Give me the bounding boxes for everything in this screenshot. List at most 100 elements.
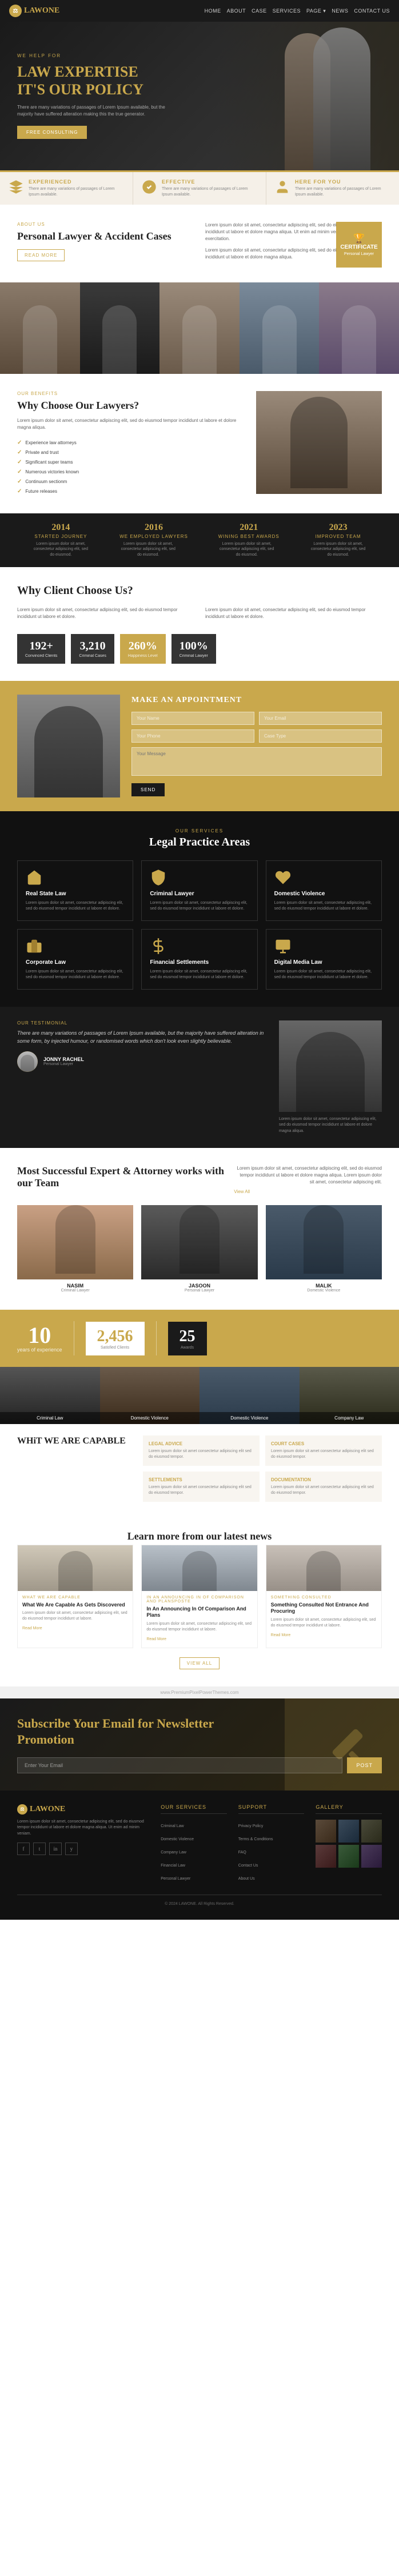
- news-person-2: [306, 1551, 341, 1591]
- nav-contact[interactable]: CONTACT US: [354, 8, 390, 14]
- client-content: Lorem ipsum dolor sit amet, consectetur …: [17, 607, 382, 625]
- why-choose-title: Why Choose Our Lawyers?: [17, 400, 245, 412]
- message-textarea[interactable]: [131, 747, 382, 776]
- newsletter-email-input[interactable]: [17, 1757, 342, 1773]
- stat-desc-1: Lorem ipsum dolor sit amet, consectetur …: [119, 541, 177, 558]
- newsletter-section: Subscribe Your Email for Newsletter Prom…: [0, 1698, 399, 1791]
- gallery-thumb-4: [338, 1845, 359, 1868]
- capable-left: WHiT WE ARE CAPABLE: [17, 1435, 131, 1501]
- footer-service-4: Personal Lawyer: [161, 1872, 227, 1883]
- team-card-person-1: [179, 1205, 220, 1274]
- nav-case[interactable]: CASE: [252, 8, 267, 14]
- stat-year-1: 2016: [119, 523, 188, 533]
- news-card-text-2: Lorem ipsum dolor sit amet, consectetur …: [271, 1617, 377, 1629]
- hero-cta-button[interactable]: FREE CONSULTING: [17, 126, 87, 139]
- main-nav: HOME ABOUT CASE SERVICES PAGE ▾ NEWS CON…: [205, 8, 390, 14]
- footer-service-link-2[interactable]: Company Law: [161, 1851, 186, 1855]
- news-title: Learn more from our latest news: [17, 1530, 382, 1542]
- feature-desc-0: There are many variations of passages of…: [29, 186, 125, 198]
- gallery-thumb-2: [361, 1820, 382, 1843]
- gallery-thumb-0: [316, 1820, 336, 1843]
- footer-support-link-0[interactable]: Privacy Policy: [238, 1824, 264, 1828]
- newsletter-submit-button[interactable]: Post: [347, 1757, 382, 1773]
- news-grid: WHAT WE ARE CAPABLE What We Are Capable …: [17, 1545, 382, 1648]
- twitter-icon[interactable]: t: [33, 1843, 46, 1855]
- footer-gallery-col: GALLERY: [316, 1804, 382, 1885]
- facebook-icon[interactable]: f: [17, 1843, 30, 1855]
- footer-support-link-2[interactable]: FAQ: [238, 1851, 246, 1855]
- feature-here-for-you: HERE FOR YOU There are many variations o…: [266, 172, 399, 205]
- experience-clients-label: Satisfied Clients: [97, 1346, 133, 1350]
- number-label-3: Criminal Lawyer: [179, 654, 208, 658]
- why-choose-right: [256, 391, 382, 496]
- news-section: Learn more from our latest news WHAT WE …: [0, 1513, 399, 1686]
- team-card-name-0: NASIM: [17, 1283, 133, 1289]
- why-choose-image: [256, 391, 382, 494]
- footer-support-link-3[interactable]: Contact Us: [238, 1864, 258, 1868]
- practice-title: Legal Practice Areas: [17, 836, 382, 849]
- footer-service-link-3[interactable]: Financial Law: [161, 1864, 185, 1868]
- footer-support-link-4[interactable]: About Us: [238, 1877, 255, 1881]
- team-member-5: [319, 282, 399, 374]
- about-right: Lorem ipsum dolor sit amet, consectetur …: [205, 222, 382, 265]
- silhouette-1: [23, 305, 57, 374]
- capable-item-desc-2: Lorem ipsum dolor sit amet consectetur a…: [149, 1485, 254, 1496]
- stat-2: 2021 WINING BEST AWARDS Lorem ipsum dolo…: [218, 523, 280, 558]
- team-photo-strip: [0, 282, 399, 374]
- news-card-tag-2: SOMETHING CONSULTED: [271, 1596, 377, 1600]
- feature-desc-1: There are many variations of passages of…: [162, 186, 258, 198]
- feature-experienced: EXPERIENCED There are many variations of…: [0, 172, 133, 205]
- youtube-icon[interactable]: y: [65, 1843, 78, 1855]
- why-choose-section: OUR BENEFITS Why Choose Our Lawyers? Lor…: [0, 374, 399, 513]
- footer-logo: ⚖ LAWONE: [17, 1804, 149, 1815]
- nav-page[interactable]: PAGE ▾: [306, 8, 326, 14]
- footer-support-link-1[interactable]: Terms & Conditions: [238, 1837, 273, 1841]
- practice-title-3: Corporate Law: [26, 959, 125, 966]
- footer-copyright: © 2024 LAWONE. All Rights Reserved.: [165, 1902, 234, 1906]
- appointment-submit-button[interactable]: Send: [131, 783, 165, 796]
- footer-services-col: OUR SERVICES Criminal Law Domestic Viole…: [161, 1804, 227, 1885]
- testimonial-image: [279, 1020, 382, 1112]
- footer-logo-text: LAWONE: [30, 1805, 65, 1814]
- team-card-role-1: Personal Lawyer: [141, 1289, 257, 1293]
- stat-3: 2023 IMPROVED TEAM Lorem ipsum dolor sit…: [310, 523, 367, 558]
- news-view-all-button[interactable]: View All: [179, 1657, 220, 1669]
- practice-image-1: Domestic Violence: [100, 1367, 200, 1424]
- footer-service-link-1[interactable]: Domestic Violence: [161, 1837, 194, 1841]
- news-card-1: IN AN ANNOUNCING IN OF COMPARISON AND PL…: [141, 1545, 257, 1648]
- digital-media-law-icon: [274, 938, 292, 955]
- experience-years-number: 10: [17, 1324, 62, 1347]
- footer-service-link-0[interactable]: Criminal Law: [161, 1824, 183, 1828]
- case-type-input[interactable]: [259, 729, 382, 743]
- certificate-text: CERTIFICATEPersonal Lawyer: [340, 244, 377, 257]
- experience-clients-number: 2,456: [97, 1327, 133, 1346]
- why-choose-tag: OUR BENEFITS: [17, 391, 245, 396]
- news-card-link-0[interactable]: Read More: [22, 1626, 42, 1630]
- nav-news[interactable]: NEWS: [332, 8, 348, 14]
- experience-awards-label: Awards: [179, 1346, 195, 1350]
- gallery-thumb-1: [338, 1820, 359, 1843]
- about-cta-button[interactable]: READ MORE: [17, 249, 65, 261]
- team-view-all-link[interactable]: View All: [234, 1189, 250, 1194]
- phone-input[interactable]: [131, 729, 254, 743]
- nav-about[interactable]: ABOUT: [227, 8, 246, 14]
- linkedin-icon[interactable]: in: [49, 1843, 62, 1855]
- news-card-link-2[interactable]: Read More: [271, 1633, 291, 1637]
- footer-support-3: Contact Us: [238, 1859, 305, 1869]
- capable-item-desc-1: Lorem ipsum dolor sit amet consectetur a…: [271, 1449, 376, 1460]
- nav-services[interactable]: SERVICES: [273, 8, 301, 14]
- practice-title-0: Real State Law: [26, 891, 125, 897]
- news-card-title-2: Something Consulted Not Entrance And Pro…: [271, 1602, 377, 1615]
- team-member-1: [0, 282, 80, 374]
- appointment-image: [17, 695, 120, 797]
- news-card-link-1[interactable]: Read More: [146, 1637, 166, 1641]
- client-text2: Lorem ipsum dolor sit amet, consectetur …: [205, 607, 382, 620]
- nav-home[interactable]: HOME: [205, 8, 221, 14]
- hero-description: There are many variations of passages of…: [17, 104, 177, 118]
- footer-service-link-4[interactable]: Personal Lawyer: [161, 1877, 190, 1881]
- name-input[interactable]: [131, 712, 254, 725]
- email-input[interactable]: [259, 712, 382, 725]
- team-card-photo-0: [17, 1205, 133, 1279]
- client-right: Lorem ipsum dolor sit amet, consectetur …: [205, 607, 382, 625]
- practice-image-2: Domestic Violence: [200, 1367, 300, 1424]
